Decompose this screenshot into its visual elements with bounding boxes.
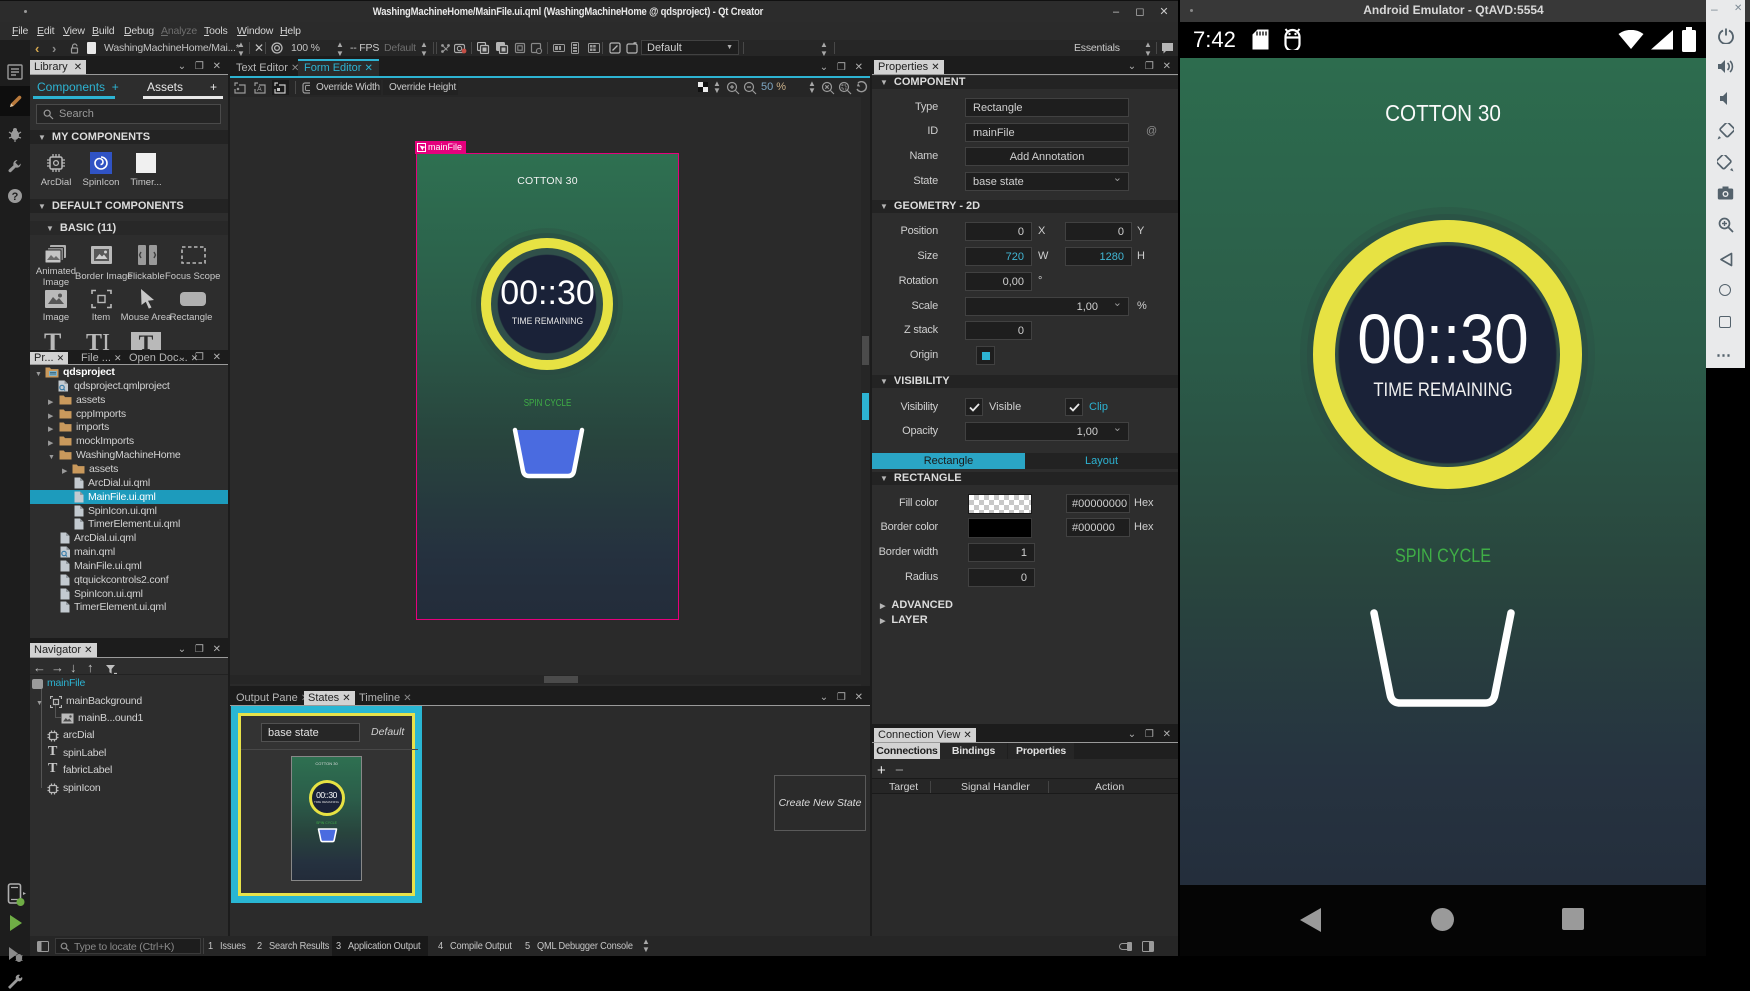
svg-text:?: ?	[12, 191, 19, 203]
svg-text:A: A	[257, 86, 262, 93]
